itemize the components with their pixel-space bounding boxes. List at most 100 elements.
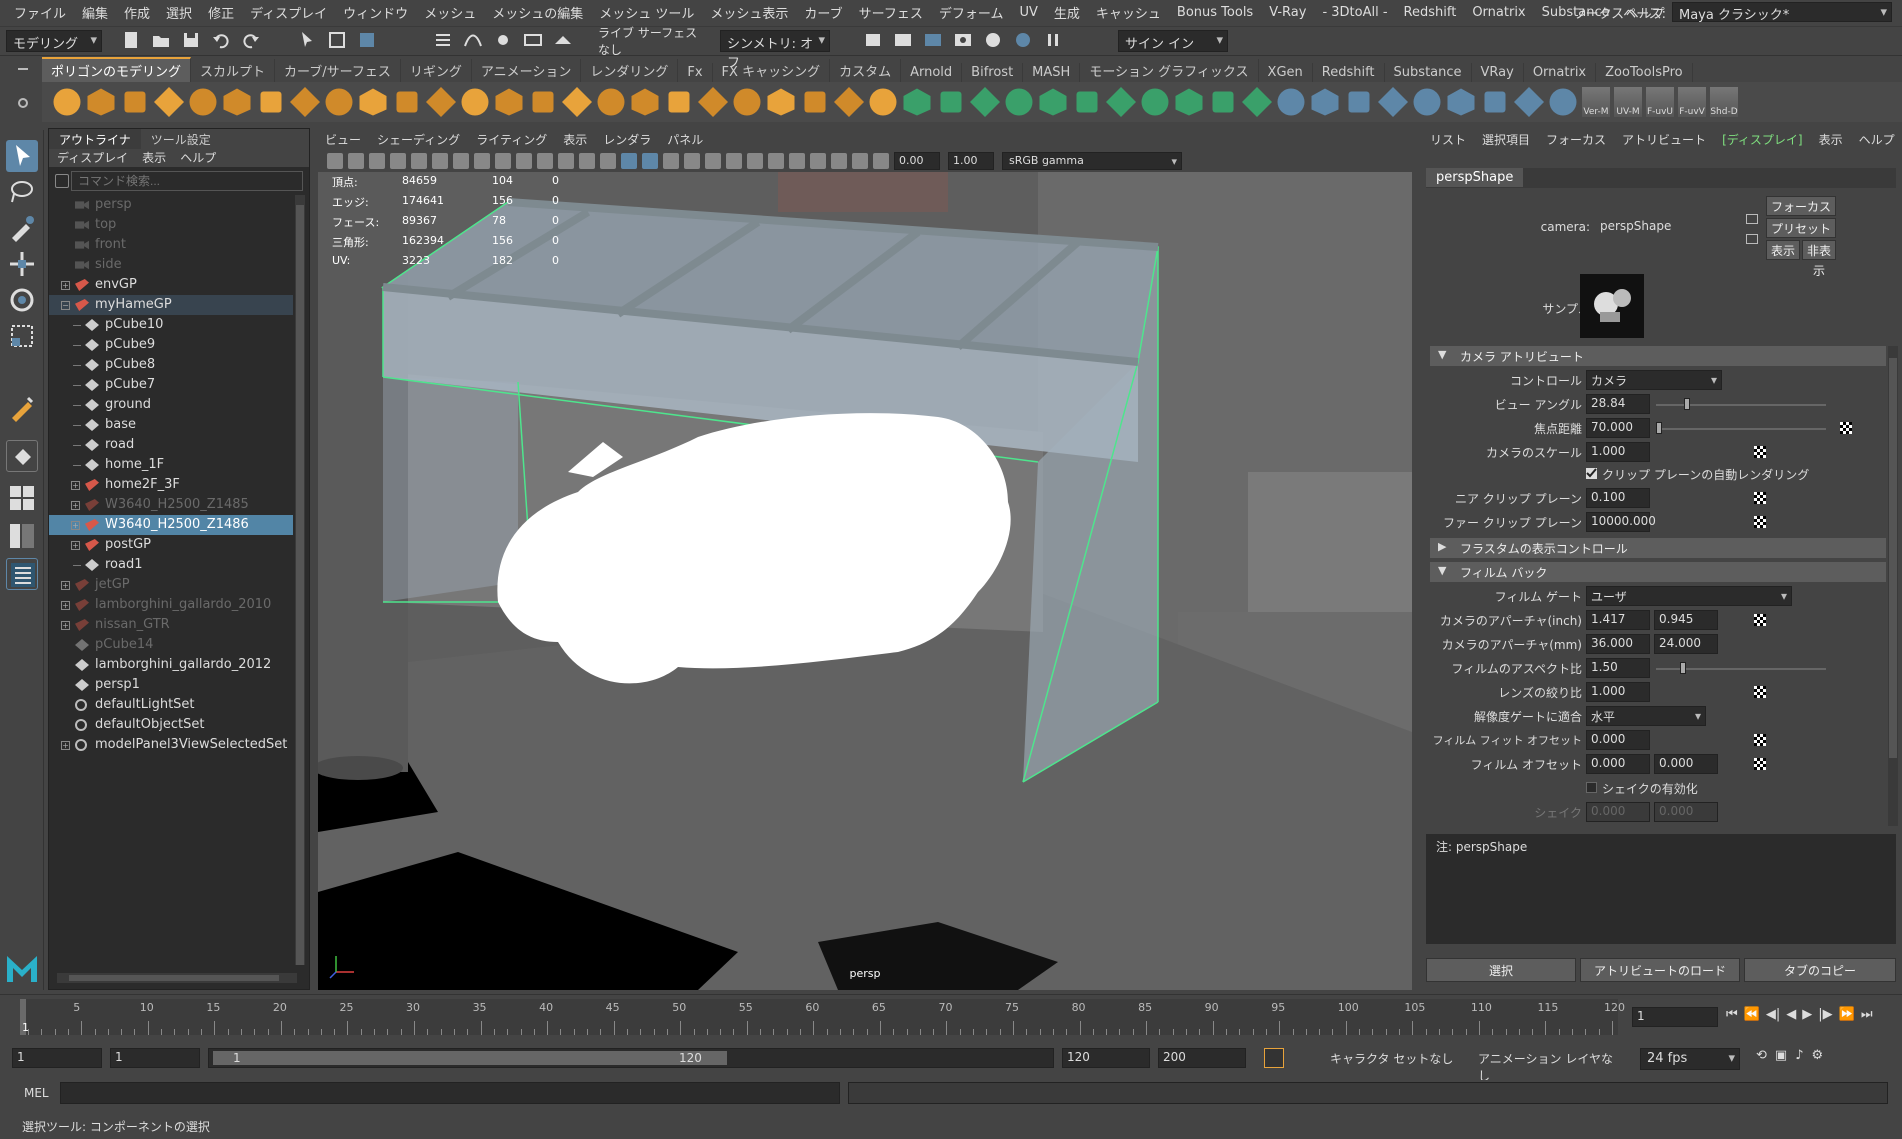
outliner-item[interactable]: front — [49, 235, 293, 255]
shelf-tab[interactable]: FX キャッシング — [713, 59, 831, 82]
unfold-icon[interactable] — [1242, 87, 1272, 117]
expand-icon[interactable]: + — [71, 501, 80, 510]
outliner-hscrollbar[interactable] — [57, 973, 297, 983]
menu-item[interactable]: ウィンドウ — [335, 3, 416, 22]
aperture-inch-height-field[interactable]: 0.945 — [1654, 610, 1718, 630]
extract-icon[interactable] — [495, 88, 523, 116]
sound-icon[interactable]: ♪ — [1795, 1048, 1803, 1063]
symmetry-dropdown[interactable]: シンメトリ: オフ — [720, 30, 830, 71]
cylinder-icon[interactable] — [124, 91, 146, 113]
view-angle-knob[interactable] — [1684, 398, 1690, 410]
select-component-icon[interactable] — [356, 29, 380, 53]
menu-item[interactable]: 作成 — [116, 3, 158, 22]
attribute-menu-item[interactable]: ヘルプ — [1859, 131, 1895, 148]
menu-item[interactable]: カーブ — [796, 3, 850, 22]
outliner-item[interactable]: road1 — [49, 555, 293, 575]
loop-icon[interactable]: ⟲ — [1756, 1048, 1767, 1063]
textured-icon[interactable] — [663, 153, 679, 169]
film-offset-y-field[interactable]: 0.000 — [1654, 754, 1718, 774]
ref-icon[interactable] — [1447, 88, 1475, 116]
light-icon[interactable] — [1484, 91, 1506, 113]
render-view-icon[interactable] — [892, 29, 916, 53]
motion-blur-icon[interactable] — [747, 153, 763, 169]
camera-icon[interactable] — [1413, 88, 1441, 116]
viewport-canvas[interactable]: 頂点: 84659 104 0 エッジ: 174641 156 0 フェース: 89367 78 0 三… — [318, 172, 1412, 990]
gate-mask-icon[interactable] — [516, 153, 532, 169]
pause-icon[interactable] — [1042, 29, 1066, 53]
outliner-search-input[interactable] — [71, 171, 303, 191]
text-icon[interactable] — [359, 88, 387, 116]
menu-item[interactable]: メッシュ — [416, 3, 484, 22]
menu-item[interactable]: Redshift — [1396, 5, 1465, 20]
outliner-item[interactable]: + jetGP — [49, 575, 293, 595]
collapse-icon[interactable]: − — [61, 301, 70, 310]
mel-input[interactable] — [60, 1082, 840, 1104]
cut-uv-icon[interactable] — [1175, 88, 1203, 116]
new-scene-icon[interactable] — [120, 29, 144, 53]
step-forward-key-icon[interactable]: ⏩ — [1839, 1007, 1855, 1022]
range-track[interactable]: 1 120 — [208, 1048, 1054, 1068]
smooth-shade-icon[interactable] — [621, 153, 637, 169]
mel-label[interactable]: MEL — [24, 1086, 49, 1100]
grease-pencil-icon[interactable] — [432, 153, 448, 169]
scene-start-field[interactable]: 1 — [12, 1048, 102, 1068]
show-button[interactable]: 表示 — [1766, 240, 1800, 260]
shelf-tab[interactable]: Fx — [678, 63, 713, 82]
expand-icon[interactable]: + — [61, 621, 70, 630]
viewport-menu-item[interactable]: レンダラ — [603, 131, 651, 148]
outliner-item[interactable]: + W3640_H2500_Z1486 — [49, 515, 293, 535]
section-camera-attributes[interactable]: カメラ アトリビュート — [1430, 346, 1886, 366]
lock-camera-icon[interactable] — [348, 153, 364, 169]
snap-view-icon[interactable] — [522, 29, 546, 53]
extrude-icon[interactable] — [668, 91, 690, 113]
outliner-item[interactable]: pCube8 — [49, 355, 293, 375]
separate-icon[interactable] — [461, 88, 489, 116]
disc-icon[interactable] — [260, 91, 282, 113]
snap-surface-icon[interactable] — [552, 29, 576, 53]
play-forward-icon[interactable]: ▶ — [1802, 1007, 1812, 1022]
outliner-item[interactable]: pCube14 — [49, 635, 293, 655]
outliner-item[interactable]: + postGP — [49, 535, 293, 555]
outliner-item[interactable]: pCube7 — [49, 375, 293, 395]
outliner-item[interactable]: pCube9 — [49, 335, 293, 355]
output-connections-icon[interactable] — [1746, 234, 1758, 244]
use-all-lights-icon[interactable] — [684, 153, 700, 169]
grid-icon[interactable] — [453, 153, 469, 169]
outliner-item[interactable]: + modelPanel3ViewSelectedSet — [49, 735, 293, 755]
last-tool-icon[interactable] — [6, 392, 38, 424]
go-end-icon[interactable]: ⏭ — [1861, 1007, 1873, 1022]
undo-icon[interactable] — [210, 29, 234, 53]
expand-icon[interactable]: + — [71, 481, 80, 490]
load-attributes-button[interactable]: アトリビュートのロード — [1580, 958, 1740, 982]
cache-icon[interactable]: ▣ — [1775, 1048, 1787, 1063]
safe-title-icon[interactable] — [579, 153, 595, 169]
tab-outliner[interactable]: アウトライナ — [49, 129, 141, 149]
far-clip-map-icon[interactable] — [1754, 516, 1766, 528]
shelf-tab[interactable]: カーブ/サーフェス — [275, 59, 401, 82]
outliner-item[interactable]: defaultObjectSet — [49, 715, 293, 735]
film-fit-offset-map-icon[interactable] — [1754, 734, 1766, 746]
menu-item[interactable]: サーフェス — [851, 3, 931, 22]
outliner-item[interactable]: top — [49, 215, 293, 235]
search-options-icon[interactable] — [55, 174, 69, 188]
shelf-tab[interactable]: MASH — [1023, 63, 1081, 82]
render-icon[interactable] — [1514, 87, 1544, 117]
preview-icon[interactable] — [1549, 88, 1577, 116]
layout-outliner-icon[interactable] — [6, 558, 38, 590]
shelf-tab[interactable]: XGen — [1259, 63, 1313, 82]
svg-icon[interactable] — [396, 91, 418, 113]
attribute-scrollbar[interactable] — [1888, 346, 1898, 826]
plane-icon[interactable] — [223, 88, 251, 116]
step-back-key-icon[interactable]: ⏪ — [1744, 1007, 1760, 1022]
shader-ball-icon[interactable] — [1311, 88, 1339, 116]
resolution-gate-icon[interactable] — [495, 153, 511, 169]
preset-button[interactable]: プリセット — [1766, 218, 1836, 238]
default-material-icon[interactable] — [642, 153, 658, 169]
outliner-item[interactable]: road — [49, 435, 293, 455]
field-chart-icon[interactable] — [537, 153, 553, 169]
film-gate-icon[interactable] — [474, 153, 490, 169]
poke-icon[interactable] — [834, 87, 864, 117]
persp-outliner-icon[interactable] — [6, 520, 38, 552]
star-icon[interactable] — [325, 88, 353, 116]
outliner-item[interactable]: defaultLightSet — [49, 695, 293, 715]
